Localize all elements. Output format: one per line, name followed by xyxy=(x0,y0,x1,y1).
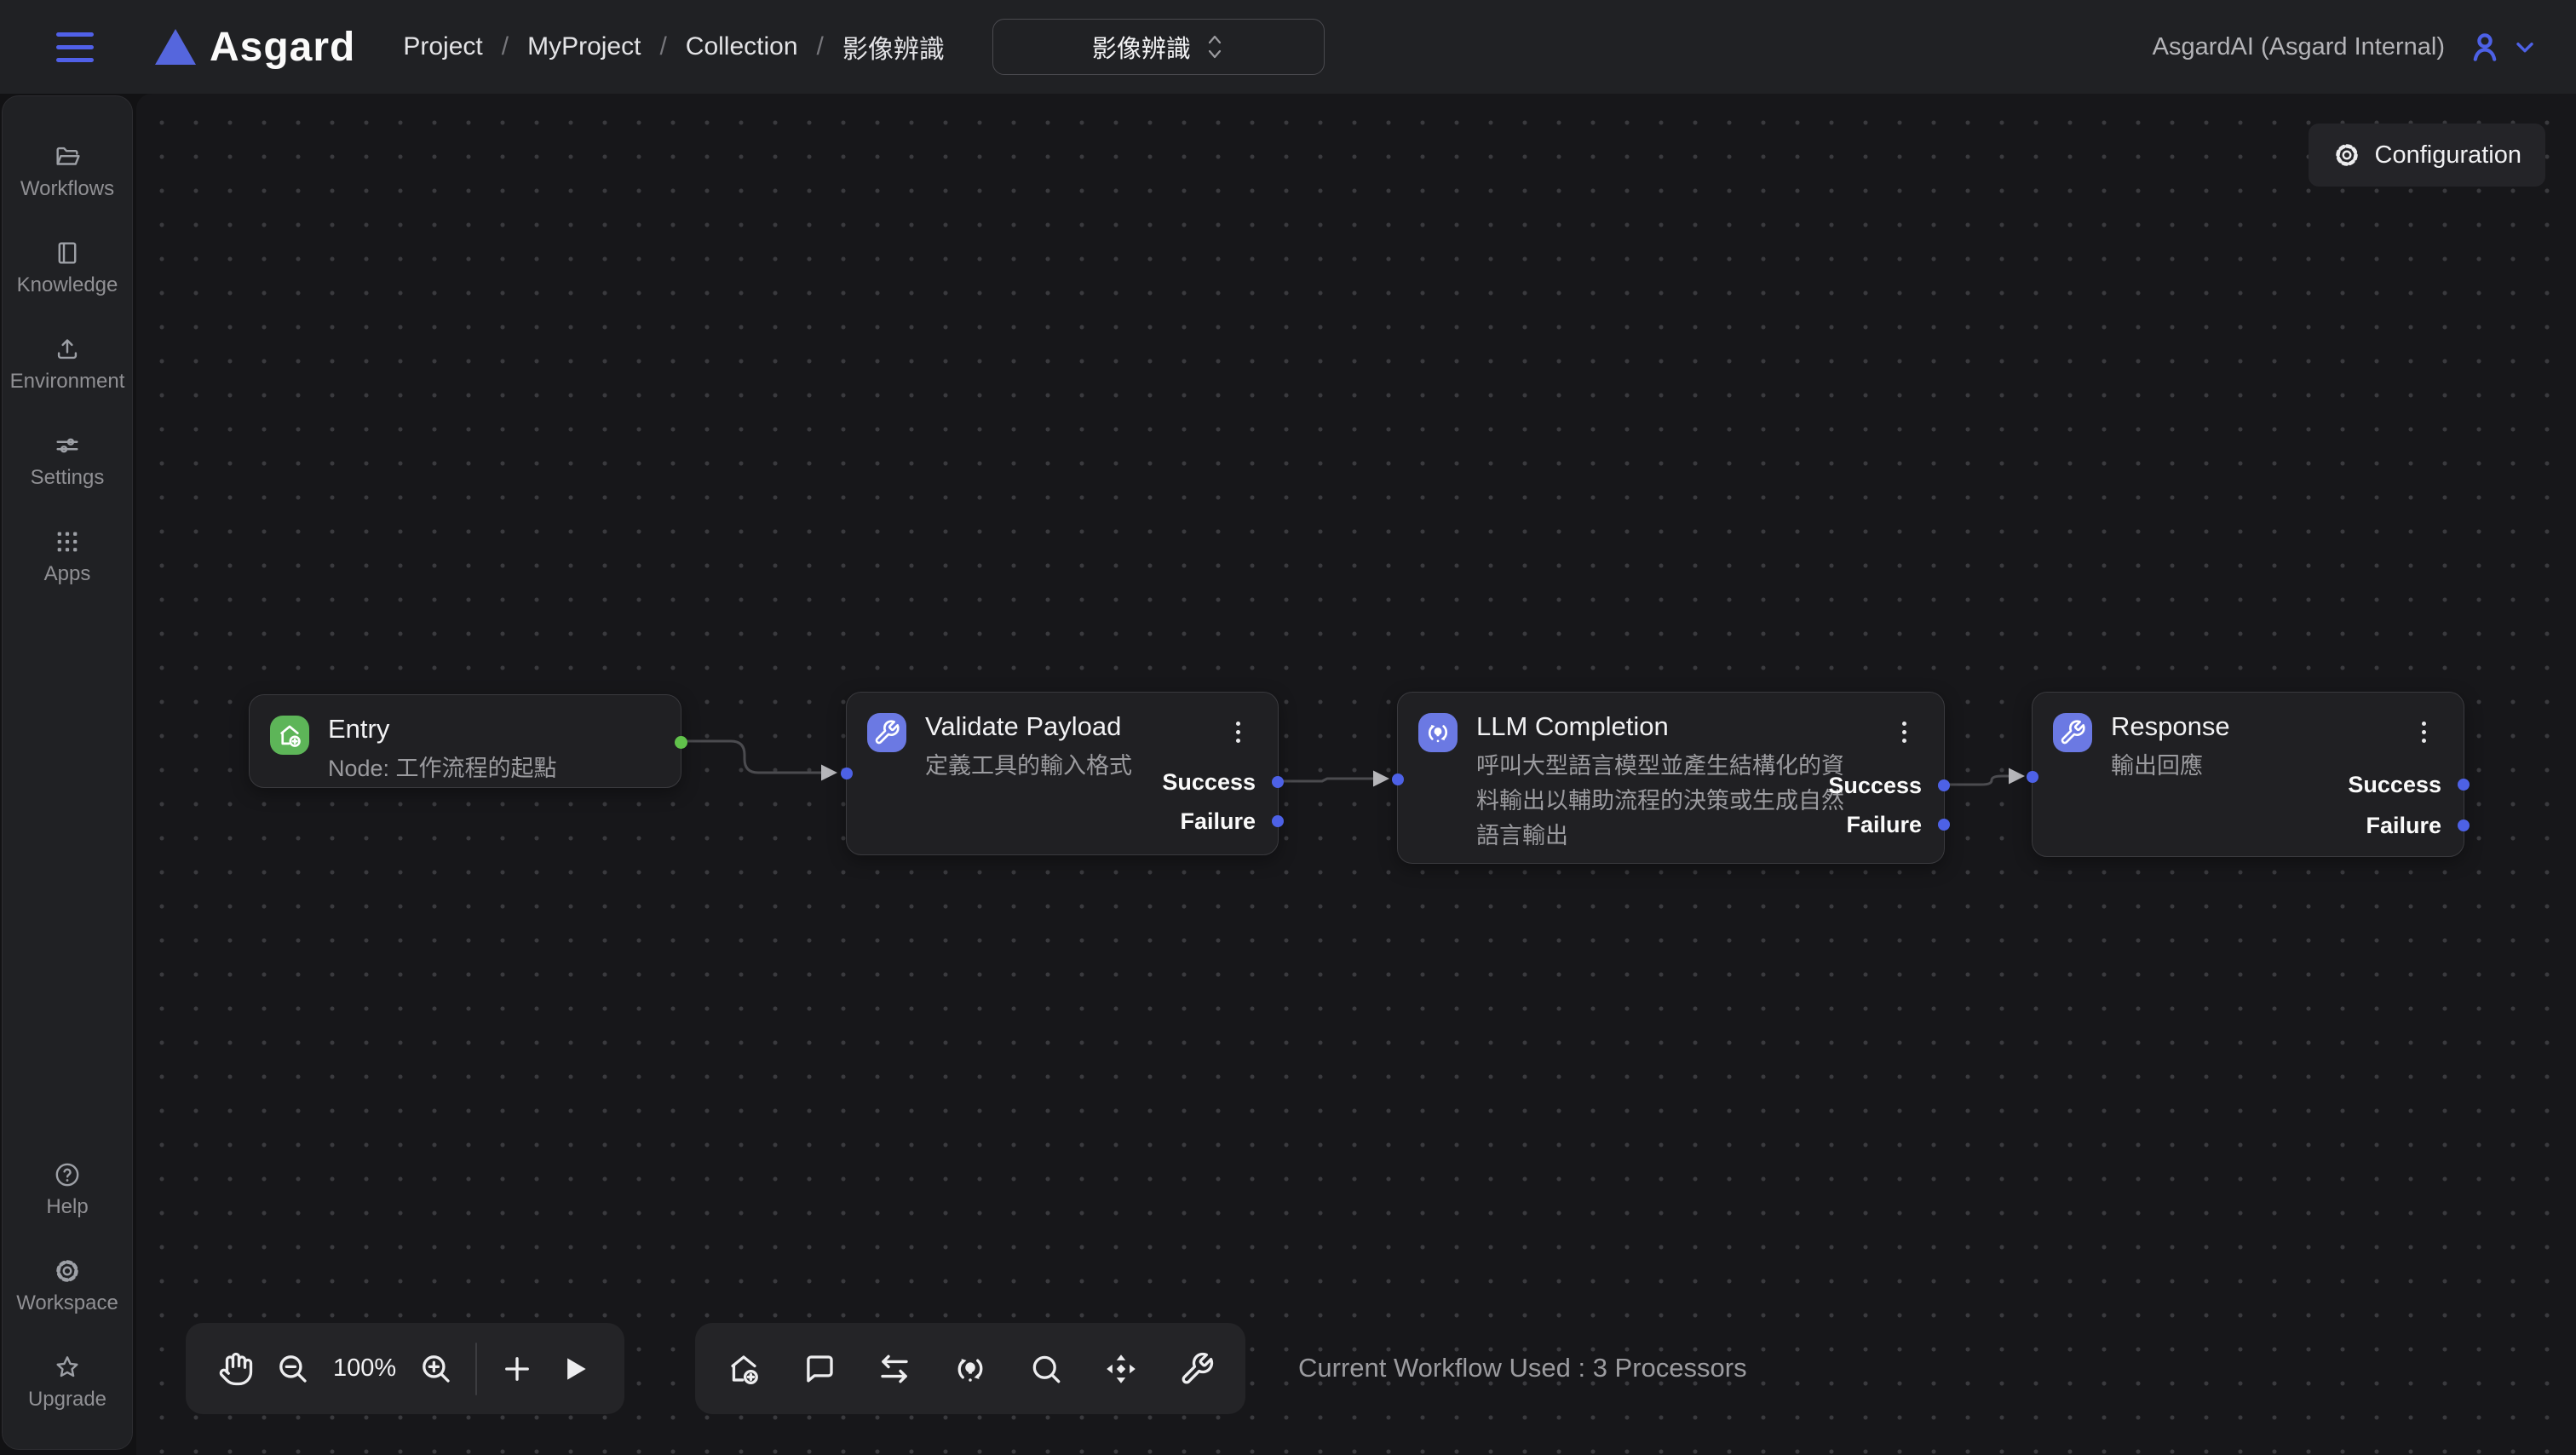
pan-hand-icon[interactable] xyxy=(218,1351,254,1387)
breadcrumb-separator: / xyxy=(502,32,509,61)
llm-node-icon[interactable] xyxy=(952,1351,988,1387)
sidebar-item-help[interactable]: Help xyxy=(3,1160,131,1219)
node-menu-button[interactable] xyxy=(2418,718,2429,746)
breadcrumb: Project / MyProject / Collection / 影像辨識 xyxy=(403,28,945,66)
output-label-success: Success xyxy=(1828,771,1922,800)
output-port-success[interactable] xyxy=(1272,776,1284,788)
node-validate-payload[interactable]: Validate Payload 定義工具的輸入格式 Success Failu… xyxy=(846,692,1279,855)
node-llm-completion[interactable]: LLM Completion 呼叫大型語言模型並產生結構化的資料輸出以輔助流程的… xyxy=(1397,692,1945,864)
workflow-status-text: Current Workflow Used : 3 Processors xyxy=(1298,1353,1747,1383)
sidebar-item-knowledge[interactable]: Knowledge xyxy=(3,239,131,297)
breadcrumb-separator: / xyxy=(817,32,824,61)
node-palette-toolbar xyxy=(695,1323,1245,1414)
app-header: Asgard Project / MyProject / Collection … xyxy=(0,0,2576,94)
node-menu-button[interactable] xyxy=(1899,718,1910,746)
account-label: AsgardAI (Asgard Internal) xyxy=(2153,33,2445,61)
output-port-success[interactable] xyxy=(1938,779,1950,791)
sidebar-item-settings[interactable]: Settings xyxy=(3,431,131,490)
configuration-label: Configuration xyxy=(2375,141,2522,170)
help-circle-icon xyxy=(53,1160,82,1189)
output-port-success[interactable] xyxy=(2458,779,2470,791)
output-label-failure: Failure xyxy=(2366,811,2441,840)
grid-dots-icon xyxy=(53,527,82,556)
upload-icon xyxy=(53,335,82,364)
sidebar-item-workspace[interactable]: Workspace xyxy=(3,1257,131,1315)
breadcrumb-separator: / xyxy=(659,32,666,61)
view-toolbar: 100% xyxy=(186,1323,624,1414)
sidebar-label: Environment xyxy=(10,370,125,394)
sliders-icon xyxy=(53,431,82,460)
output-port-failure[interactable] xyxy=(1272,815,1284,827)
add-node-icon[interactable] xyxy=(499,1351,535,1387)
node-subtitle: Node: 工作流程的起點 xyxy=(328,751,557,786)
sidebar-label: Apps xyxy=(44,562,91,586)
output-label-failure: Failure xyxy=(1846,810,1922,839)
wrench-icon xyxy=(2053,713,2092,752)
sidebar: Workflows Knowledge Environment Settings xyxy=(2,95,133,1450)
home-plus-icon xyxy=(270,716,309,755)
input-port[interactable] xyxy=(841,768,853,779)
run-workflow-icon[interactable] xyxy=(556,1351,592,1387)
sidebar-label: Upgrade xyxy=(28,1388,106,1412)
node-entry[interactable]: Entry Node: 工作流程的起點 xyxy=(249,694,681,788)
breadcrumb-project[interactable]: Project xyxy=(403,32,482,61)
wrench-icon xyxy=(867,713,906,752)
sidebar-item-upgrade[interactable]: Upgrade xyxy=(3,1353,131,1412)
zoom-out-icon[interactable] xyxy=(275,1351,311,1387)
swap-arrows-icon[interactable] xyxy=(877,1351,912,1387)
sidebar-item-apps[interactable]: Apps xyxy=(3,527,131,586)
configuration-button[interactable]: Configuration xyxy=(2309,124,2546,187)
sidebar-item-workflows[interactable]: Workflows xyxy=(3,142,131,201)
star-icon xyxy=(53,1353,82,1382)
node-subtitle: 呼叫大型語言模型並產生結構化的資料輸出以輔助流程的決策或生成自然語言輸出 xyxy=(1476,749,1844,854)
sidebar-label: Knowledge xyxy=(17,273,118,297)
sidebar-item-environment[interactable]: Environment xyxy=(3,335,131,394)
logo-icon xyxy=(155,29,196,65)
breadcrumb-current[interactable]: 影像辨識 xyxy=(842,28,945,66)
output-port-failure[interactable] xyxy=(2458,820,2470,831)
node-response[interactable]: Response 輸出回應 Success Failure xyxy=(2032,692,2464,857)
sidebar-label: Help xyxy=(46,1195,88,1219)
select-updown-icon xyxy=(1205,32,1225,62)
sidebar-label: Workflows xyxy=(20,177,114,201)
node-subtitle: 輸出回應 xyxy=(2111,749,2203,784)
sidebar-label: Settings xyxy=(31,466,105,490)
gear-icon xyxy=(53,1257,82,1285)
logo-text: Asgard xyxy=(210,24,355,71)
menu-icon[interactable] xyxy=(56,32,94,62)
output-label-success: Success xyxy=(2348,770,2441,799)
account-menu: AsgardAI (Asgard Internal) xyxy=(2153,29,2539,65)
toolbar-divider xyxy=(475,1343,477,1395)
tools-wrench-icon[interactable] xyxy=(1179,1351,1215,1387)
output-label-failure: Failure xyxy=(1180,807,1256,836)
comment-icon[interactable] xyxy=(802,1351,837,1387)
sidebar-label: Workspace xyxy=(16,1291,118,1315)
node-title: LLM Completion xyxy=(1476,711,1669,742)
breadcrumb-collection[interactable]: Collection xyxy=(686,32,798,61)
search-icon[interactable] xyxy=(1028,1351,1064,1387)
zoom-level: 100% xyxy=(333,1354,396,1383)
workflow-select[interactable]: 影像辨識 xyxy=(992,19,1325,75)
book-icon xyxy=(53,239,82,267)
output-port-failure[interactable] xyxy=(1938,819,1950,831)
node-title: Validate Payload xyxy=(925,711,1121,742)
llm-bulb-refresh-icon xyxy=(1418,713,1458,752)
folder-open-icon xyxy=(53,142,82,171)
workflow-select-value: 影像辨識 xyxy=(1092,29,1191,65)
input-port[interactable] xyxy=(2027,771,2038,783)
node-title: Entry xyxy=(328,714,389,745)
output-port[interactable] xyxy=(675,736,687,749)
move-tool-icon[interactable] xyxy=(1103,1351,1139,1387)
node-menu-button[interactable] xyxy=(1233,718,1244,746)
user-icon[interactable] xyxy=(2467,29,2503,65)
chevron-down-icon[interactable] xyxy=(2511,33,2539,60)
input-port[interactable] xyxy=(1392,774,1404,785)
node-subtitle: 定義工具的輸入格式 xyxy=(925,749,1132,784)
breadcrumb-myproject[interactable]: MyProject xyxy=(527,32,641,61)
entry-node-icon[interactable] xyxy=(726,1351,762,1387)
gear-icon xyxy=(2332,141,2361,170)
output-label-success: Success xyxy=(1162,768,1256,797)
node-title: Response xyxy=(2111,711,2230,742)
zoom-in-icon[interactable] xyxy=(418,1351,454,1387)
